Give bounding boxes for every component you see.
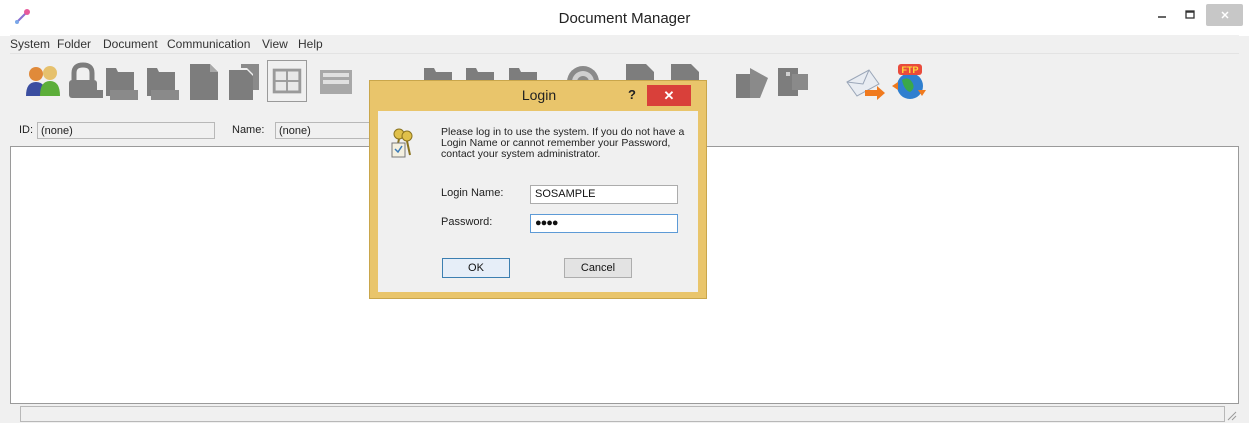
document-icon[interactable] — [223, 60, 263, 102]
menu-communication[interactable]: Communication — [167, 37, 250, 51]
close-icon — [1220, 11, 1229, 19]
menu-folder[interactable]: Folder — [57, 37, 91, 51]
resize-grip-icon[interactable] — [1225, 409, 1237, 421]
menu-help[interactable]: Help — [298, 37, 323, 51]
folder-icon[interactable] — [143, 60, 183, 102]
ok-button[interactable]: OK — [442, 258, 510, 278]
password-input[interactable]: ●●●● — [530, 214, 678, 233]
name-field: (none) — [275, 122, 370, 139]
login-name-input[interactable]: SOSAMPLE — [530, 185, 678, 204]
menu-system[interactable]: System — [10, 37, 50, 51]
folder-icon[interactable] — [102, 60, 142, 102]
grid-view-icon[interactable] — [267, 60, 307, 102]
lock-icon[interactable] — [63, 60, 103, 102]
dialog-help-button[interactable]: ? — [628, 87, 636, 102]
status-panel — [20, 406, 1225, 422]
svg-text:FTP: FTP — [902, 65, 919, 75]
dialog-body: Please log in to use the system. If you … — [378, 111, 698, 292]
users-icon[interactable] — [23, 60, 63, 102]
minimize-button[interactable] — [1150, 4, 1174, 26]
minimize-icon — [1158, 16, 1166, 18]
dialog-close-button[interactable]: ✕ — [647, 85, 691, 106]
login-dialog: Login ? ✕ Please log in to use the syste… — [369, 80, 707, 299]
menu-view[interactable]: View — [262, 37, 288, 51]
send-mail-icon[interactable] — [843, 60, 887, 102]
window-close-button[interactable] — [1206, 4, 1243, 26]
name-label: Name: — [232, 124, 265, 136]
list-view-icon[interactable] — [316, 60, 356, 102]
password-label: Password: — [441, 216, 493, 228]
document-icon[interactable] — [772, 60, 812, 102]
status-bar — [10, 404, 1239, 423]
id-field: (none) — [37, 122, 215, 139]
cancel-button[interactable]: Cancel — [564, 258, 632, 278]
title-bar: Document Manager — [0, 0, 1249, 36]
menu-document[interactable]: Document — [103, 37, 158, 51]
window-title: Document Manager — [558, 10, 691, 27]
maximize-icon — [1185, 10, 1195, 19]
login-name-label: Login Name: — [441, 187, 504, 199]
menu-bar: System Folder Document Communication Vie… — [10, 35, 1239, 54]
ftp-icon[interactable]: FTP — [888, 60, 932, 102]
maximize-button[interactable] — [1178, 4, 1202, 26]
document-icon[interactable] — [732, 60, 772, 102]
keys-icon — [391, 128, 413, 158]
login-instructions: Please log in to use the system. If you … — [441, 126, 685, 160]
document-icon[interactable] — [184, 60, 224, 102]
document-manager-window: Document Manager System Folder Document … — [0, 0, 1249, 423]
id-label: ID: — [19, 124, 34, 136]
